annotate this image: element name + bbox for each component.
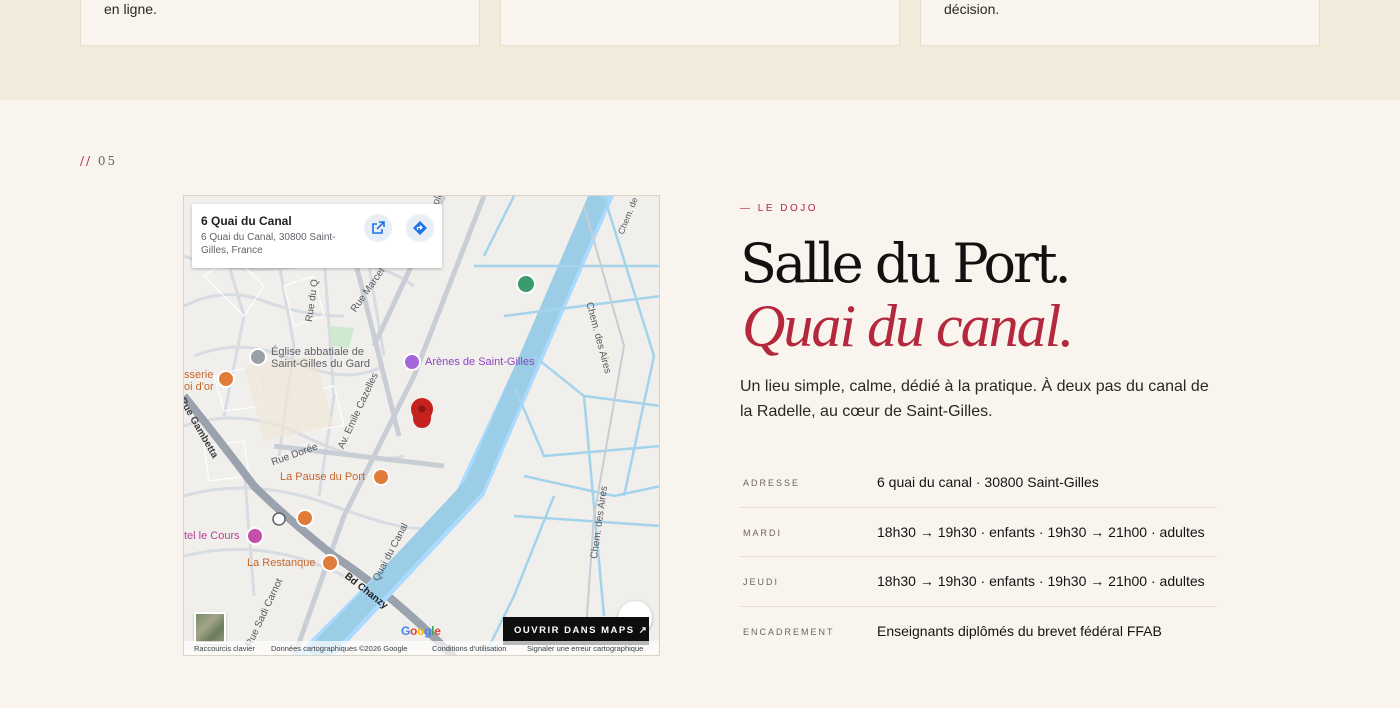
google-logo: Google	[401, 624, 441, 638]
place-title: 6 Quai du Canal	[201, 214, 292, 228]
poi-label-pause[interactable]: La Pause du Port	[280, 471, 365, 483]
directions-button[interactable]	[406, 214, 434, 242]
feature-card: décision.	[920, 0, 1320, 46]
info-value: 6 quai du canal · 30800 Saint-Gilles	[877, 474, 1099, 490]
section-title: Salle du Port.	[740, 232, 1072, 295]
poi-label-brasserie[interactable]: oi d'or	[184, 381, 214, 393]
external-link-icon	[372, 221, 385, 234]
report-error-link[interactable]: Signaler une erreur cartographique	[527, 644, 643, 653]
feature-card-text: en ligne.	[104, 1, 157, 17]
section-subtitle: Quai du canal.	[742, 293, 1074, 359]
place-address: 6 Quai du Canal, 30800 Saint-Gilles, Fra…	[201, 232, 336, 256]
place-card: 6 Quai du Canal 6 Quai du Canal, 30800 S…	[192, 204, 442, 268]
poi-label-arenes[interactable]: Arènes de Saint-Gilles	[425, 356, 534, 368]
feature-card-text: décision.	[944, 1, 1000, 17]
info-table: ADRESSE 6 quai du canal · 30800 Saint-Gi…	[740, 458, 1217, 656]
previous-section-band: en ligne. décision.	[0, 0, 1400, 100]
info-row-thursday: JEUDI 18h30 → 19h30 · enfants · 19h30 → …	[740, 557, 1217, 607]
feature-card: en ligne.	[80, 0, 480, 46]
feature-card	[500, 0, 900, 46]
info-value: Enseignants diplômés du brevet fédéral F…	[877, 622, 1162, 639]
info-key: ENCADREMENT	[743, 626, 835, 637]
section-eyebrow: — LE DOJO	[740, 203, 819, 214]
satellite-toggle[interactable]	[194, 612, 226, 644]
poi-label-cours[interactable]: tel le Cours	[184, 530, 240, 542]
section-intro: Un lieu simple, calme, dédié à la pratiq…	[740, 378, 1209, 420]
keyboard-shortcuts-link[interactable]: Raccourcis clavier	[194, 644, 255, 653]
terms-link[interactable]: Conditions d'utilisation	[432, 644, 506, 653]
map-data-credit: Données cartographiques ©2026 Google	[271, 644, 408, 653]
map-footer: Raccourcis clavier Données cartographiqu…	[184, 641, 659, 655]
directions-icon	[413, 221, 427, 235]
info-row-supervision: ENCADREMENT Enseignants diplômés du brev…	[740, 607, 1217, 657]
section-number: // 05	[80, 154, 118, 168]
poi-label-eglise[interactable]: Église abbatiale de Saint-Gilles du Gard	[271, 346, 381, 370]
info-value: 18h30 → 19h30 · enfants · 19h30 → 21h00 …	[877, 523, 1205, 540]
info-value: 18h30 → 19h30 · enfants · 19h30 → 21h00 …	[877, 573, 1205, 589]
info-row-tuesday: MARDI 18h30 → 19h30 · enfants · 19h30 → …	[740, 508, 1217, 557]
info-key: MARDI	[743, 527, 782, 538]
embedded-map[interactable]: Av. Anatole France Rue Marcel Rue du Q A…	[183, 195, 660, 656]
poi-label-brasserie[interactable]: sserie	[184, 369, 213, 381]
info-key: ADRESSE	[743, 478, 801, 488]
info-row-address: ADRESSE 6 quai du canal · 30800 Saint-Gi…	[740, 458, 1217, 508]
poi-label-restanque[interactable]: La Restanque	[247, 557, 316, 569]
info-key: JEUDI	[743, 577, 780, 587]
open-external-button[interactable]	[364, 214, 392, 242]
